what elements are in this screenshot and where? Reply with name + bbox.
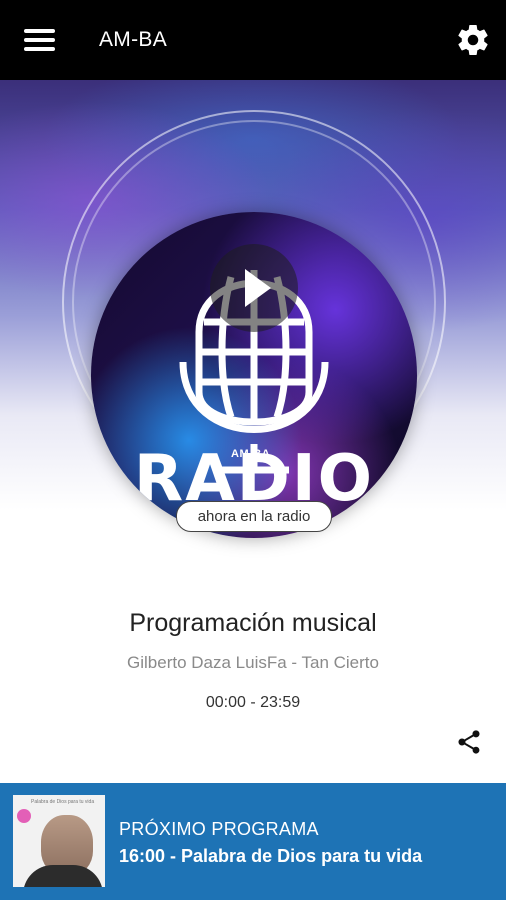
program-time: 00:00 - 23:59 — [205, 694, 301, 711]
program-title: Programación musical — [129, 609, 377, 637]
presenter-shirt — [23, 865, 103, 887]
next-program-bar[interactable]: Palabra de Dios para tu vida — [0, 783, 506, 900]
app-title: AM-BA — [99, 28, 168, 51]
track-info: Gilberto Daza LuisFa - Tan Cierto — [127, 653, 379, 672]
play-button[interactable] — [210, 244, 298, 332]
now-on-radio-button[interactable]: ahora en la radio — [176, 501, 332, 532]
next-program-title: 16:00 - Palabra de Dios para tu vida — [119, 846, 423, 866]
app-bar: AM-BA — [0, 0, 506, 80]
next-program-label: PRÓXIMO PROGRAMA — [119, 819, 319, 839]
next-program-thumbnail: Palabra de Dios para tu vida — [13, 795, 105, 887]
thumb-caption: Palabra de Dios para tu vida — [31, 799, 95, 805]
share-icon[interactable] — [455, 728, 483, 756]
thumb-badge-icon — [17, 809, 31, 823]
menu-icon[interactable] — [24, 29, 55, 51]
gear-icon[interactable] — [455, 22, 491, 58]
